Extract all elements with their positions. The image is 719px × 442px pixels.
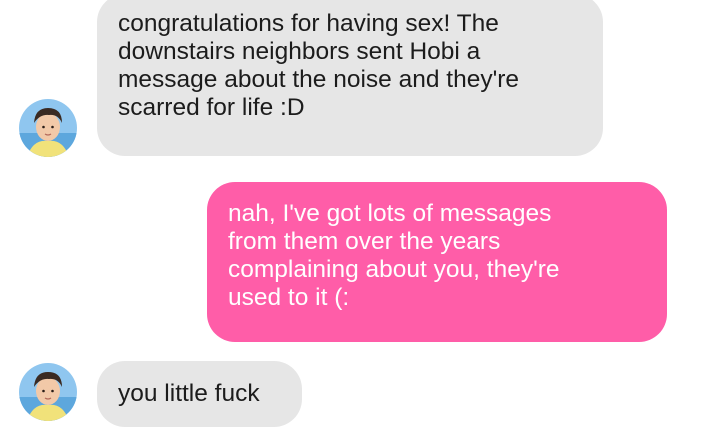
message-bubble-outgoing[interactable]: nah, I've got lots of messages from them… bbox=[207, 182, 667, 342]
avatar-image bbox=[19, 99, 77, 157]
message-bubble-incoming[interactable]: congratulations for having sex! The down… bbox=[97, 0, 603, 156]
message-bubble-incoming[interactable]: you little fuck bbox=[97, 361, 302, 427]
avatar-image bbox=[19, 363, 77, 421]
contact-avatar[interactable] bbox=[19, 363, 77, 421]
chat-thread: congratulations for having sex! The down… bbox=[0, 0, 719, 442]
contact-avatar[interactable] bbox=[19, 99, 77, 157]
